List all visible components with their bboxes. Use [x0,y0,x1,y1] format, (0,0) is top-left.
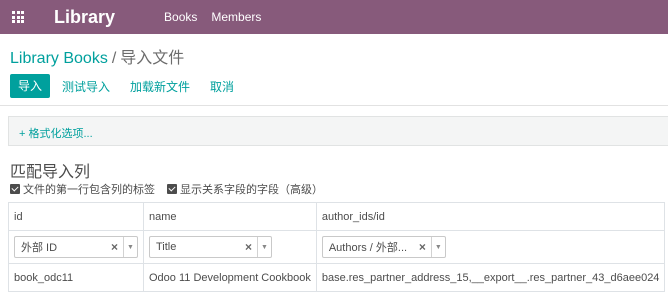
top-navbar: Library Books Members [0,0,668,34]
first-row-headers-label: 文件的第一行包含列的标签 [23,184,155,196]
field-mapping-cell: Authors / 外部... × ▼ [315,230,666,264]
format-options-bar: + 格式化选项... [8,116,668,146]
table-header-row: id name author_ids/id [8,202,666,231]
table-cell-id: book_odc11 [8,263,144,292]
chevron-down-icon[interactable]: ▼ [123,237,137,257]
show-relation-fields-option[interactable]: 显示关系字段的字段（高级） [167,181,323,197]
chevron-down-icon[interactable]: ▼ [430,237,445,257]
import-buttons: 导入 测试导入 加载新文件 取消 [10,74,234,98]
field-mapping-cell: Title × ▼ [143,230,317,264]
field-select-name[interactable]: Title × ▼ [149,236,272,258]
field-select-value: Title [156,241,177,253]
field-mapping-row: 外部 ID × ▼ Title × ▼ Authors / 外部... × ▼ [8,230,666,264]
control-panel: Library Books / 导入文件 导入 测试导入 加载新文件 取消 [0,34,668,106]
field-select-author-ids[interactable]: Authors / 外部... × ▼ [321,236,446,258]
checkbox-checked-icon[interactable] [167,184,177,194]
field-select-id[interactable]: 外部 ID × ▼ [14,236,138,258]
top-menu: Books Members [164,10,275,24]
options-checkboxes: 文件的第一行包含列的标签 显示关系字段的字段（高级） [10,181,335,197]
reload-file-button[interactable]: 加载新文件 [130,78,190,95]
checkbox-checked-icon[interactable] [10,184,20,194]
format-options-link[interactable]: + 格式化选项... [19,125,93,141]
section-title: 匹配导入列 [10,164,91,181]
breadcrumb-parent[interactable]: Library Books [10,50,108,67]
table-row: book_odc11 Odoo 11 Development Cookbook … [8,263,666,292]
breadcrumb: Library Books / 导入文件 [10,44,184,68]
chevron-down-icon[interactable]: ▼ [257,237,271,257]
clear-icon[interactable]: × [245,240,252,254]
menu-books[interactable]: Books [164,10,197,24]
first-row-headers-option[interactable]: 文件的第一行包含列的标签 [10,181,155,197]
test-import-button[interactable]: 测试导入 [62,78,110,95]
app-brand[interactable]: Library [54,7,115,28]
clear-icon[interactable]: × [111,240,118,254]
menu-members[interactable]: Members [211,10,261,24]
field-select-value: Authors / 外部... [328,242,408,254]
breadcrumb-separator: / [111,50,117,67]
table-cell-name: Odoo 11 Development Cookbook [143,263,317,292]
column-header-id: id [8,202,144,231]
import-preview-table: id name author_ids/id 外部 ID × ▼ Title × … [8,202,666,292]
cancel-button[interactable]: 取消 [210,78,234,95]
show-relation-fields-label: 显示关系字段的字段（高级） [180,184,323,196]
breadcrumb-current: 导入文件 [120,50,185,67]
import-button[interactable]: 导入 [10,74,51,98]
clear-icon[interactable]: × [419,240,426,254]
table-cell-author-ids: base.res_partner_address_15,__export__.r… [315,263,666,292]
column-header-author-ids: author_ids/id [315,202,666,231]
field-mapping-cell: 外部 ID × ▼ [8,230,144,264]
field-select-value: 外部 ID [21,242,58,254]
column-header-name: name [143,202,317,231]
apps-grid-icon[interactable] [12,11,24,23]
